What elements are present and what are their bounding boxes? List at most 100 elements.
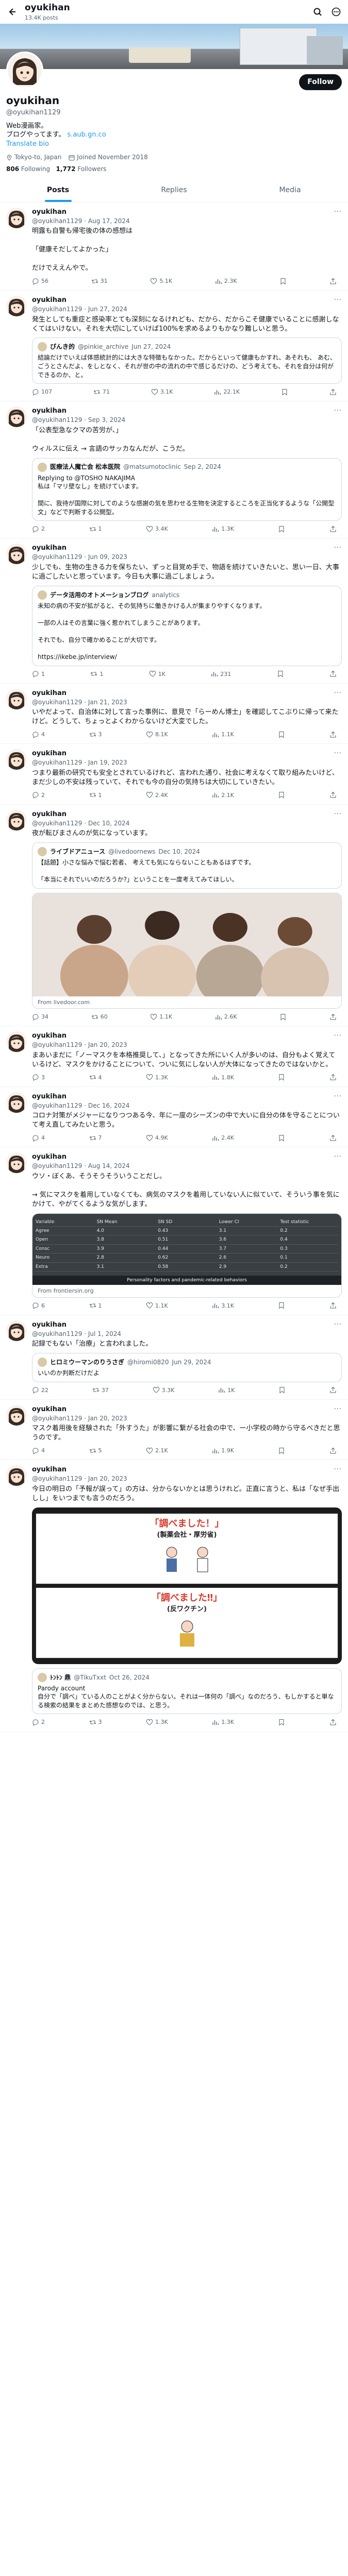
tab-media[interactable]: Media <box>232 179 348 201</box>
post[interactable]: oyukihan ··· @oyukihan1129 · Jan 20, 2023 ま… <box>0 1026 348 1087</box>
repost-button[interactable]: 3 <box>89 731 102 738</box>
bio-link[interactable]: s.aub.gn.co <box>68 131 106 139</box>
reply-button[interactable]: 3 <box>32 1074 45 1081</box>
post-author-name[interactable]: oyukihan <box>32 810 67 819</box>
post-time[interactable]: Sep 3, 2024 <box>88 416 125 423</box>
repost-button[interactable]: 4 <box>89 1074 102 1081</box>
post-more-icon[interactable]: ··· <box>334 1092 342 1101</box>
like-button[interactable]: 3.1K <box>151 388 173 396</box>
post-author-name[interactable]: oyukihan <box>32 208 67 217</box>
post-author-name[interactable]: oyukihan <box>32 1153 67 1162</box>
bookmark-button[interactable] <box>278 1718 285 1726</box>
repost-button[interactable]: 3 <box>89 1718 102 1726</box>
profile-avatar[interactable] <box>6 52 43 89</box>
post-avatar[interactable] <box>6 296 27 317</box>
reply-button[interactable]: 1 <box>32 670 45 678</box>
post[interactable]: oyukihan ··· @oyukihan1129 · Jan 21, 2023 い… <box>0 684 348 744</box>
views-button[interactable]: 2.6K <box>215 1013 237 1021</box>
share-button[interactable] <box>329 1134 337 1142</box>
quoted-post[interactable]: 医療法人魔亡会 松本医院 @matsumotoclinic Sep 2, 2024 R… <box>32 457 342 521</box>
share-button[interactable] <box>329 1447 337 1454</box>
post-avatar[interactable] <box>6 406 27 428</box>
post[interactable]: oyukihan ··· @oyukihan1129 · Jul 1, 2024 記録… <box>0 1315 348 1400</box>
bookmark-button[interactable] <box>279 277 287 285</box>
repost-button[interactable]: 1 <box>89 525 102 533</box>
post-avatar[interactable] <box>6 809 27 831</box>
post-author-name[interactable]: oyukihan <box>32 1320 67 1330</box>
views-button[interactable]: 3.1K <box>212 1302 234 1310</box>
bookmark-button[interactable] <box>278 1386 286 1394</box>
post-time[interactable]: Jan 21, 2023 <box>88 699 127 706</box>
link-card[interactable]: From livedoor.com <box>32 892 342 1009</box>
post-time[interactable]: Jan 20, 2023 <box>88 1415 127 1422</box>
like-button[interactable]: 8.1K <box>146 731 168 738</box>
post-author-name[interactable]: oyukihan <box>32 749 67 758</box>
post-avatar[interactable] <box>6 544 27 565</box>
like-button[interactable]: 4.9K <box>146 1134 168 1142</box>
manga-image[interactable]: 「調べました！」 (製薬会社・厚労省) 「調べました‼」 (反ワクチン) <box>32 1507 342 1664</box>
bookmark-button[interactable] <box>278 1447 285 1454</box>
views-button[interactable]: 1.1K <box>212 731 234 738</box>
share-button[interactable] <box>329 388 337 396</box>
post-author-name[interactable]: oyukihan <box>32 1031 67 1041</box>
share-button[interactable] <box>329 791 337 799</box>
post-time[interactable]: Jan 20, 2023 <box>88 1475 127 1482</box>
bookmark-button[interactable] <box>281 388 288 396</box>
views-button[interactable]: 2.3K <box>215 277 237 285</box>
share-button[interactable] <box>329 277 337 285</box>
post[interactable]: oyukihan ··· @oyukihan1129 · Dec 10, 2024 夜… <box>0 805 348 1027</box>
post-avatar[interactable] <box>6 1320 27 1341</box>
share-button[interactable] <box>329 1718 337 1726</box>
repost-button[interactable]: 1 <box>90 670 103 678</box>
bookmark-button[interactable] <box>278 1302 285 1310</box>
reply-button[interactable]: 4 <box>32 1447 45 1454</box>
post-avatar[interactable] <box>6 1465 27 1486</box>
post[interactable]: oyukihan ··· @oyukihan1129 · Jun 27, 2024 発… <box>0 291 348 402</box>
repost-button[interactable]: 1 <box>89 791 102 799</box>
post-time[interactable]: Aug 14, 2024 <box>88 1162 130 1170</box>
repost-button[interactable]: 31 <box>91 277 108 285</box>
post[interactable]: oyukihan ··· @oyukihan1129 · Aug 17, 2024 明… <box>0 202 348 291</box>
reply-button[interactable]: 2 <box>32 791 45 799</box>
bookmark-button[interactable] <box>278 525 285 533</box>
post-time[interactable]: Jul 1, 2024 <box>88 1330 121 1337</box>
post-more-icon[interactable]: ··· <box>334 1465 342 1475</box>
post[interactable]: oyukihan ··· @oyukihan1129 · Jan 20, 2023 マ… <box>0 1400 348 1461</box>
bookmark-button[interactable] <box>278 1074 285 1081</box>
bookmark-button[interactable] <box>279 1013 287 1021</box>
post-author-name[interactable]: oyukihan <box>32 689 67 698</box>
following-count[interactable]: 806 <box>6 165 19 173</box>
post-more-icon[interactable]: ··· <box>334 208 342 217</box>
post-author-name[interactable]: oyukihan <box>32 1092 67 1101</box>
following-label[interactable]: Following <box>21 165 50 173</box>
share-button[interactable] <box>329 1074 337 1081</box>
post-author-name[interactable]: oyukihan <box>32 296 67 305</box>
post-more-icon[interactable]: ··· <box>334 1153 342 1162</box>
like-button[interactable]: 2.4K <box>146 791 168 799</box>
post-author-name[interactable]: oyukihan <box>32 1405 67 1414</box>
reply-button[interactable]: 107 <box>32 388 52 396</box>
reply-button[interactable]: 34 <box>32 1013 48 1021</box>
views-button[interactable]: 231 <box>211 670 231 678</box>
views-button[interactable]: 22.1K <box>214 388 240 396</box>
repost-button[interactable]: 7 <box>89 1134 102 1142</box>
post-avatar[interactable] <box>6 1092 27 1113</box>
post-more-icon[interactable]: ··· <box>334 406 342 416</box>
views-button[interactable]: 1.9K <box>212 1447 234 1454</box>
reply-button[interactable]: 4 <box>32 1134 45 1142</box>
like-button[interactable]: 1.3K <box>146 1718 168 1726</box>
more-options-icon[interactable] <box>330 6 342 18</box>
search-icon[interactable] <box>312 6 323 18</box>
tab-replies[interactable]: Replies <box>116 179 232 201</box>
reply-button[interactable]: 2 <box>32 1718 45 1726</box>
post-avatar[interactable] <box>6 207 27 228</box>
like-button[interactable]: 2.1K <box>146 1447 168 1454</box>
table-card[interactable]: Variable SN Mean SN SD Lower CI Test statist… <box>32 1213 342 1298</box>
post[interactable]: oyukihan ··· @oyukihan1129 · Jan 19, 2023 つ… <box>0 744 348 805</box>
translate-bio-link[interactable]: Translate bio <box>6 140 342 149</box>
follow-button[interactable]: Follow <box>299 74 342 91</box>
post[interactable]: oyukihan ··· @oyukihan1129 · Aug 14, 2024 ウ… <box>0 1147 348 1315</box>
post-avatar[interactable] <box>6 1404 27 1426</box>
followers-count[interactable]: 1,772 <box>56 165 76 173</box>
repost-button[interactable]: 5 <box>89 1447 102 1454</box>
